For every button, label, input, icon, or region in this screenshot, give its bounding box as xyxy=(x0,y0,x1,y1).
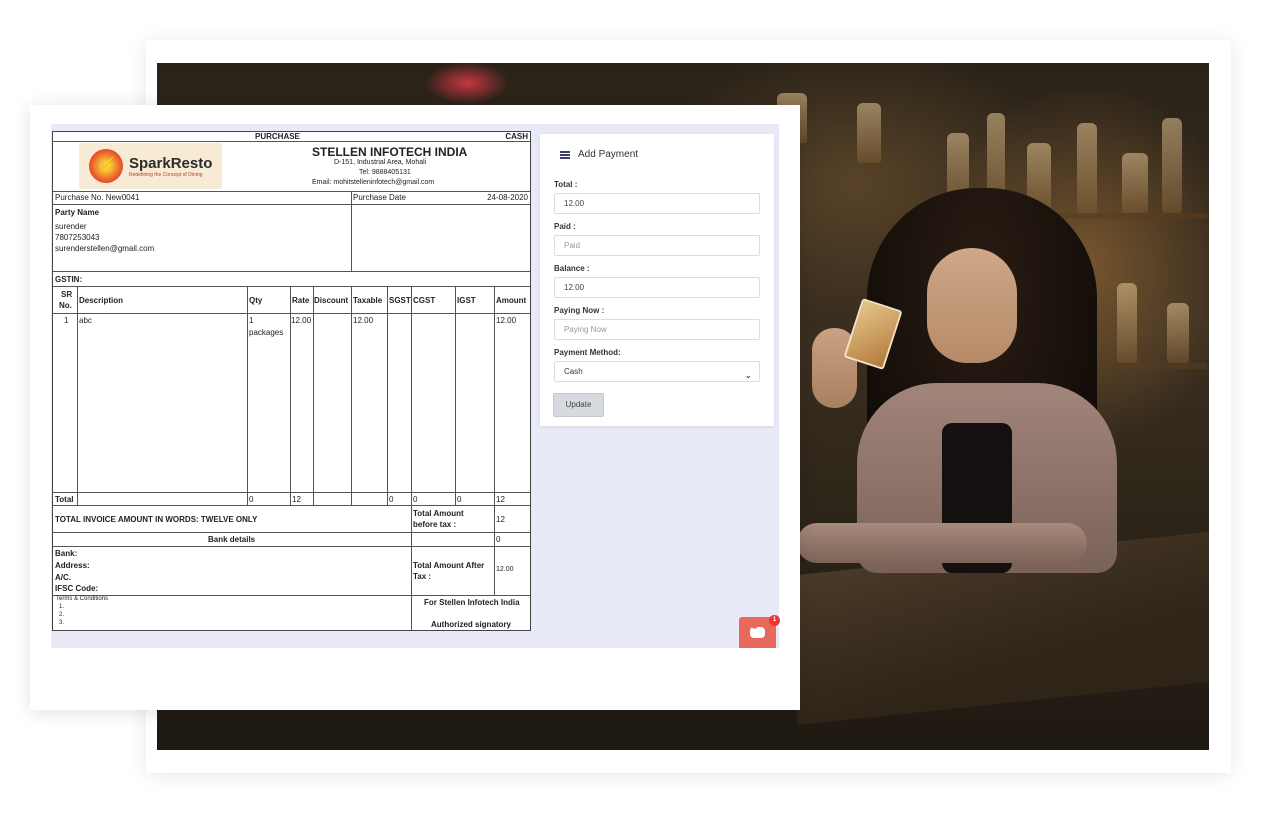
totals-label: Total xyxy=(55,495,74,504)
terms-label: Terms & Conditions xyxy=(56,596,109,602)
bank-details-label: Bank details xyxy=(208,535,256,544)
ifsc-label: IFSC Code: xyxy=(55,584,99,593)
paying-now-label: Paying Now : xyxy=(554,306,605,315)
total-after-tax: 12.00 xyxy=(496,566,514,573)
total-before-tax: 12 xyxy=(496,515,505,524)
total-before-tax-label: Total Amount xyxy=(413,509,464,518)
total-after-tax-label-2: Tax : xyxy=(413,572,432,581)
totals-qty: 0 xyxy=(249,495,254,504)
company-address: D-151, Industrial Area, Mohali xyxy=(334,159,427,166)
col-amount: Amount xyxy=(496,296,527,305)
col-rate: Rate xyxy=(292,296,310,305)
party-name: surender xyxy=(55,222,87,231)
total-before-tax-label-2: before tax : xyxy=(413,520,457,529)
party-phone: 7807253043 xyxy=(55,233,100,242)
add-payment-title: Add Payment xyxy=(578,149,639,160)
col-taxable: Taxable xyxy=(353,296,383,305)
row-taxable: 12.00 xyxy=(353,316,374,325)
purchase-invoice: PURCHASE CASH SparkResto Redefining the … xyxy=(52,131,531,631)
payment-method-select[interactable]: Cash ⌄ xyxy=(554,361,760,382)
chat-badge: 1 xyxy=(769,615,780,626)
amount-in-words: TOTAL INVOICE AMOUNT IN WORDS: TWELVE ON… xyxy=(55,515,258,524)
payment-method-label: Payment Method: xyxy=(554,348,621,357)
purchase-number: Purchase No. New0041 xyxy=(55,193,140,202)
row-rate: 12.00 xyxy=(291,316,312,325)
total-after-tax-label: Total Amount After xyxy=(413,561,485,570)
totals-cgst: 0 xyxy=(413,495,418,504)
company-email: Email: mohitstelleninfotech@gmail.com xyxy=(312,179,435,186)
bank-address-label: Address: xyxy=(55,561,90,570)
logo-tagline: Redefining the Concept of Dining xyxy=(129,171,203,178)
spark-logo-icon xyxy=(89,149,123,183)
sparkresto-logo: SparkResto Redefining the Concept of Din… xyxy=(79,143,222,189)
col-sr-line2: No. xyxy=(59,301,72,310)
logo-name: SparkResto xyxy=(129,154,213,172)
gstin-label: GSTIN: xyxy=(55,275,83,284)
terms-item: 2. xyxy=(59,612,65,618)
chevron-down-icon: ⌄ xyxy=(744,370,752,380)
paying-now-input[interactable] xyxy=(554,319,760,340)
authorized-signatory: Authorized signatory xyxy=(431,620,512,629)
total-field[interactable]: 12.00 xyxy=(554,193,760,214)
row-qty-unit: packages xyxy=(249,328,284,337)
payment-method-value: Cash xyxy=(564,367,583,376)
invoice-mode-label: CASH xyxy=(505,132,528,141)
bank-details-value: 0 xyxy=(496,535,501,544)
update-button[interactable]: Update xyxy=(553,393,604,417)
col-discount: Discount xyxy=(314,296,349,305)
totals-amount: 12 xyxy=(496,495,505,504)
row-description: abc xyxy=(79,316,92,325)
purchase-date: 24-08-2020 xyxy=(487,193,528,202)
row-sr: 1 xyxy=(64,316,69,325)
bank-label: Bank: xyxy=(55,549,78,558)
company-name: STELLEN INFOTECH INDIA xyxy=(312,145,468,159)
col-qty: Qty xyxy=(249,296,263,305)
list-icon xyxy=(560,150,570,159)
totals-igst: 0 xyxy=(457,495,462,504)
row-amount: 12.00 xyxy=(496,316,517,325)
totals-sgst: 0 xyxy=(389,495,394,504)
purchase-date-label: Purchase Date xyxy=(353,193,406,202)
company-tel: Tel: 9888405131 xyxy=(359,169,411,176)
balance-field[interactable]: 12.00 xyxy=(554,277,760,298)
col-description: Description xyxy=(79,296,124,305)
terms-item: 1. xyxy=(59,604,65,610)
party-name-label: Party Name xyxy=(55,208,100,217)
paid-label: Paid : xyxy=(554,222,576,231)
chat-icon xyxy=(750,625,765,638)
col-cgst: CGST xyxy=(413,296,436,305)
party-email: surenderstellen@gmail.com xyxy=(55,244,155,253)
invoice-type-label: PURCHASE xyxy=(255,132,300,141)
col-sgst: SGST xyxy=(389,296,411,305)
add-payment-panel: Add Payment Total : 12.00 Paid : Balance… xyxy=(540,134,774,426)
account-label: A/C. xyxy=(55,573,71,582)
col-sr-line1: SR xyxy=(61,290,73,299)
panel-title: Add Payment xyxy=(560,149,638,160)
paid-input[interactable] xyxy=(554,235,760,256)
for-company: For Stellen Infotech India xyxy=(424,598,520,607)
row-qty: 1 xyxy=(249,316,254,325)
total-label: Total : xyxy=(554,180,578,189)
balance-label: Balance : xyxy=(554,264,590,273)
col-igst: IGST xyxy=(457,296,476,305)
totals-rate: 12 xyxy=(292,495,301,504)
terms-item: 3. xyxy=(59,620,65,626)
